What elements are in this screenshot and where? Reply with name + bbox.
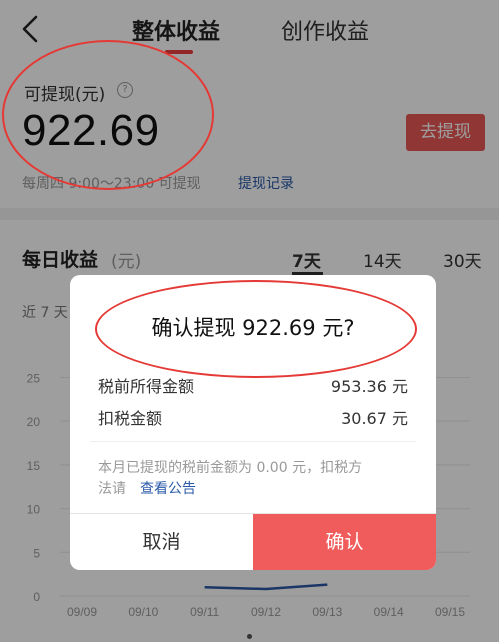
tax-note-line1: 本月已提现的税前金额为 0.00 元，扣税方 bbox=[98, 460, 363, 476]
confirm-button[interactable]: 确认 bbox=[253, 514, 436, 570]
annotation-circle-dialog-title bbox=[95, 280, 417, 378]
tax-amount-label: 扣税金额 bbox=[98, 409, 163, 428]
pretax-amount-label: 税前所得金额 bbox=[98, 377, 195, 396]
dialog-divider bbox=[90, 441, 416, 442]
view-notice-link[interactable]: 查看公告 bbox=[140, 478, 196, 498]
annotation-circle-amount bbox=[2, 40, 214, 190]
page-indicator-dot bbox=[247, 634, 252, 639]
tax-note-line2: 法请 bbox=[98, 481, 126, 497]
pretax-amount-value: 953.36 元 bbox=[330, 377, 408, 396]
tax-amount-value: 30.67 元 bbox=[341, 409, 408, 428]
cancel-button[interactable]: 取消 bbox=[70, 514, 253, 570]
